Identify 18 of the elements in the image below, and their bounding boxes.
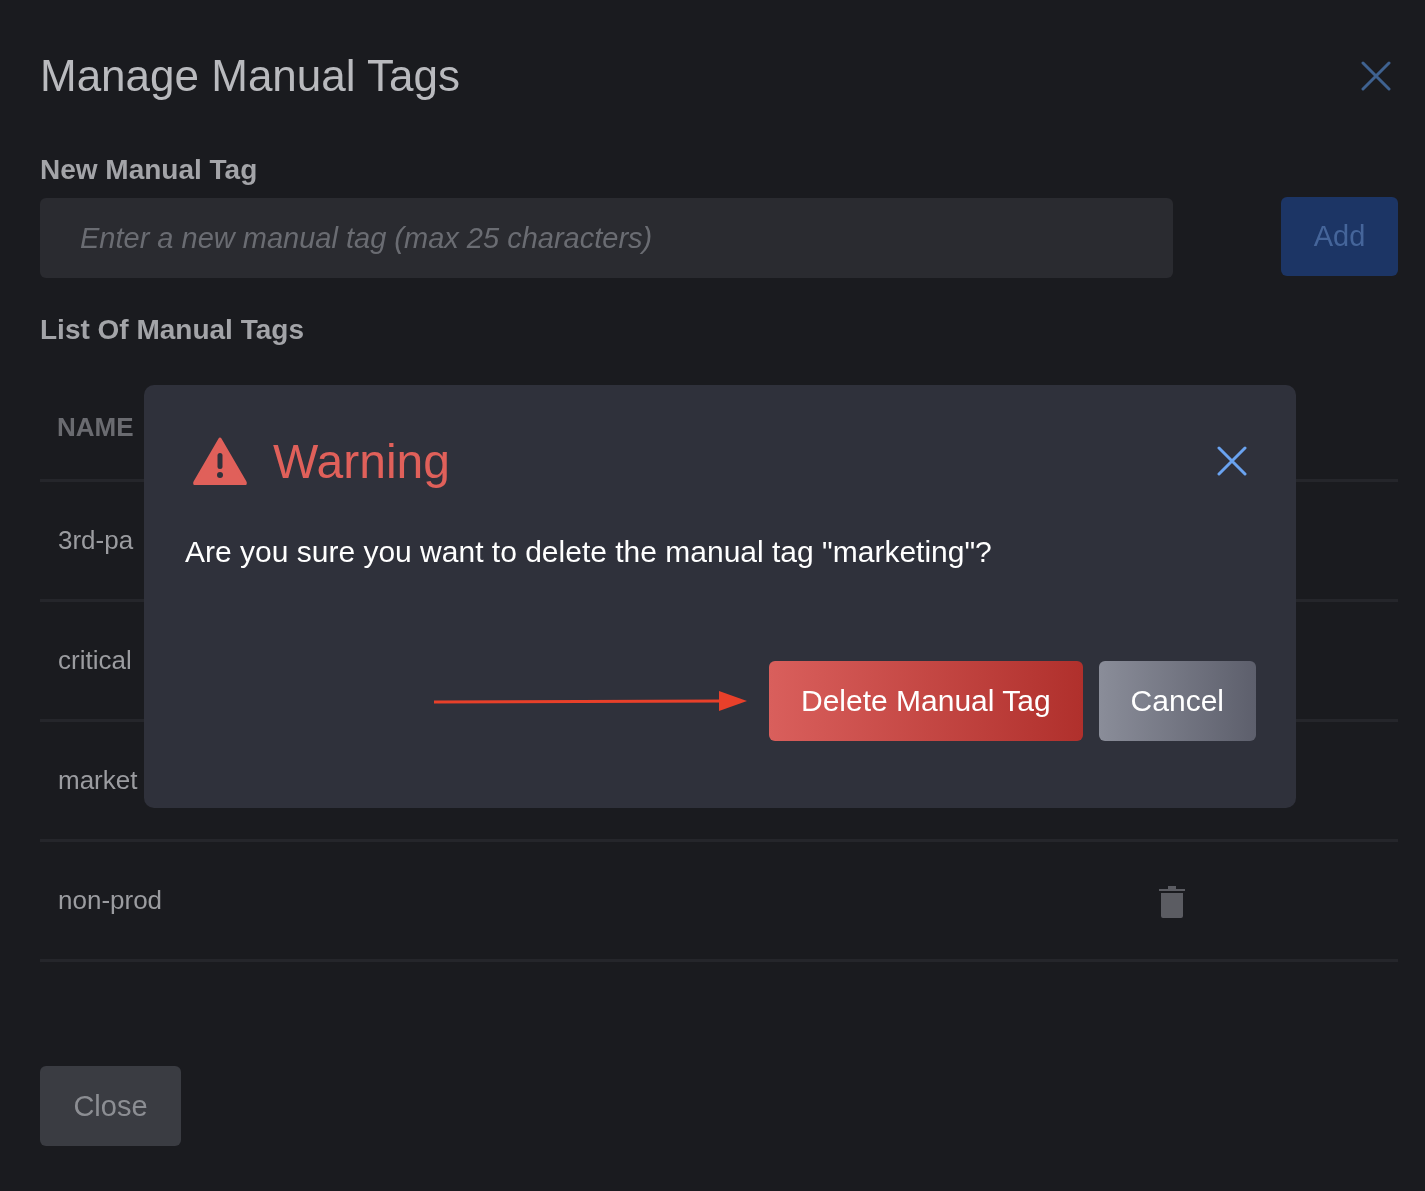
close-button[interactable]: Close (40, 1066, 181, 1146)
tag-name: critical (58, 645, 132, 676)
tag-name: market (58, 765, 138, 796)
tag-name: non-prod (58, 885, 163, 916)
dialog-message: Are you sure you want to delete the manual tag "marketing"? (185, 535, 993, 569)
close-icon[interactable] (1217, 446, 1247, 476)
warning-icon (193, 437, 247, 485)
trash-icon[interactable] (1158, 883, 1186, 918)
tag-name: 3rd-pa (58, 525, 134, 556)
cancel-button[interactable]: Cancel (1098, 661, 1256, 741)
modal-title: Manage Manual Tags (40, 51, 460, 101)
close-icon[interactable] (1361, 61, 1391, 91)
dialog-title: Warning (273, 433, 451, 489)
field-label: New Manual Tag (40, 154, 259, 187)
delete-button[interactable]: Delete Manual Tag (769, 661, 1083, 741)
section-label: List Of Manual Tags (40, 314, 305, 347)
column-header: NAME (57, 412, 134, 443)
tag-input-field[interactable]: Enter a new manual tag (max 25 characters) (40, 198, 1173, 278)
